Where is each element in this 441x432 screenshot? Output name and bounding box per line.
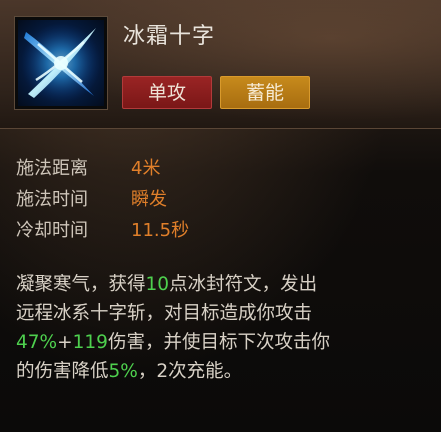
damage-flat: 119: [72, 332, 108, 353]
stat-value: 11.5秒: [131, 220, 190, 241]
skill-tooltip: 冰霜十字 单攻 蓄能 施法距离 4米 施法时间 瞬发 冷却时间 11.5秒 凝聚寒气，…: [0, 0, 441, 432]
ice-cross-slash-icon: [21, 23, 101, 103]
stat-label: 施法距离: [16, 158, 88, 179]
description-line: 的伤害降低5%，2次充能。: [16, 357, 428, 386]
description-line: 47%+119伤害，并使目标下次攻击你: [16, 328, 428, 357]
description-text: ，2次充能。: [137, 361, 243, 382]
stat-cast-range: 施法距离 4米: [16, 156, 160, 182]
skill-icon-frame: [14, 16, 108, 110]
description-text: +: [57, 332, 73, 353]
description-line: 远程冰系十字斩，对目标造成你攻击: [16, 303, 313, 324]
stat-label: 冷却时间: [16, 220, 88, 241]
description-line: 凝聚寒气，获得10点冰封符文，发出: [16, 270, 428, 299]
description-text: 伤害，并使目标下次攻击你: [107, 332, 330, 353]
description-text: 凝聚寒气，获得: [16, 274, 146, 295]
header-divider: [0, 128, 441, 129]
stat-value: 瞬发: [131, 189, 167, 210]
rune-count: 10: [145, 274, 170, 295]
skill-name: 冰霜十字: [123, 24, 216, 49]
tooltip-header: 冰霜十字 单攻 蓄能: [0, 0, 441, 128]
stat-cooldown: 冷却时间 11.5秒: [16, 218, 189, 244]
damage-percent: 47%: [16, 332, 58, 353]
stat-value: 4米: [131, 158, 161, 179]
stat-cast-time: 施法时间 瞬发: [16, 187, 167, 213]
skill-description: 凝聚寒气，获得10点冰封符文，发出 远程冰系十字斩，对目标造成你攻击 47%+1…: [16, 270, 428, 386]
stat-label: 施法时间: [16, 189, 88, 210]
tag-charge: 蓄能: [220, 76, 310, 109]
description-text: 点冰封符文，发出: [169, 274, 318, 295]
description-text: 的伤害降低: [16, 361, 109, 382]
damage-reduction-percent: 5%: [108, 361, 138, 382]
tag-single-target: 单攻: [122, 76, 212, 109]
